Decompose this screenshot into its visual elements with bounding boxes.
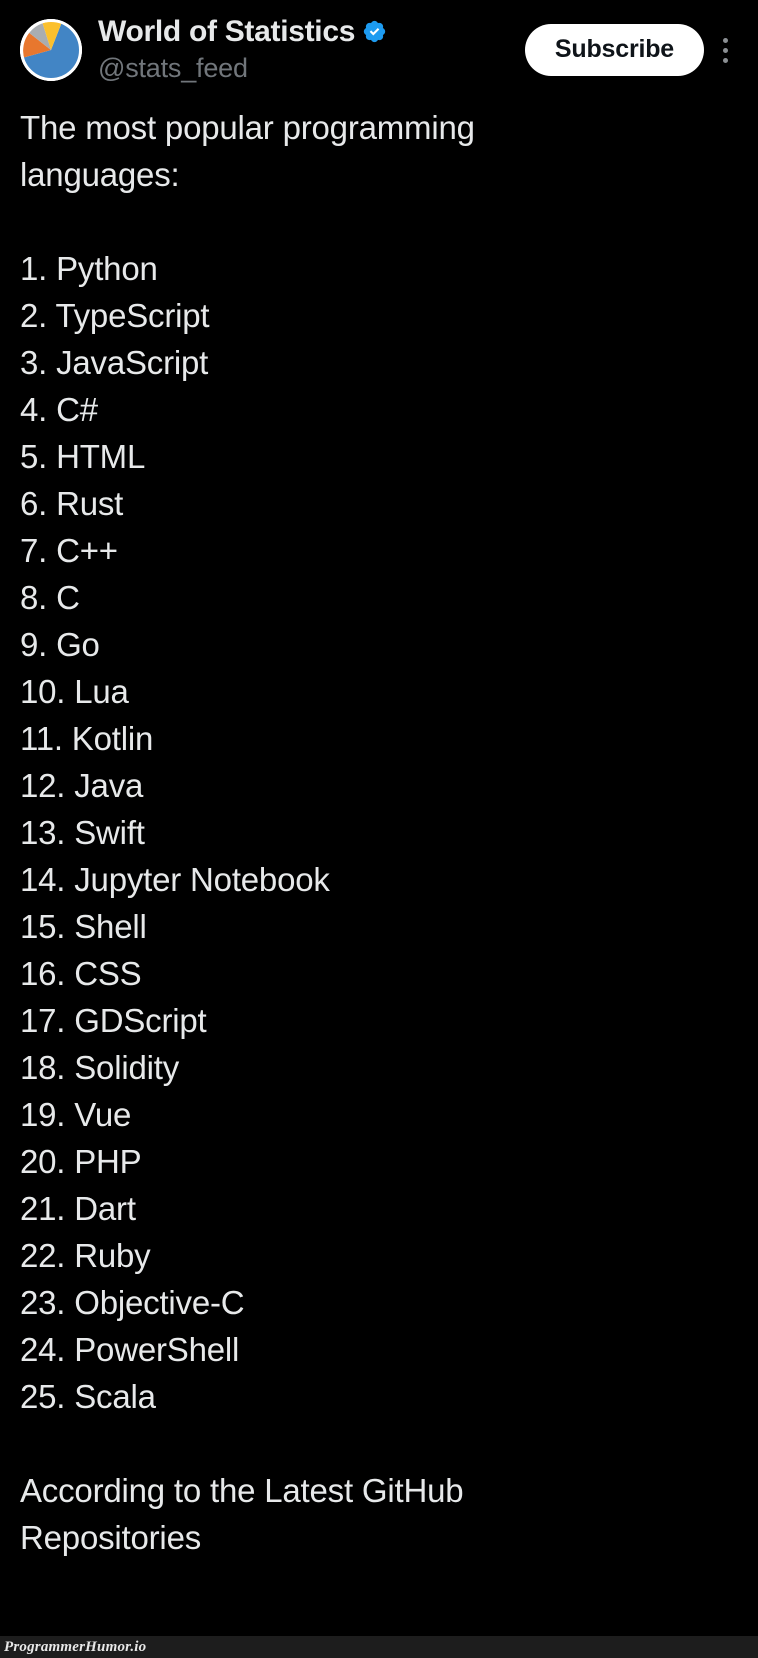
tweet-line: 23. Objective-C (20, 1284, 245, 1321)
more-dot (722, 37, 728, 43)
pie-chart-avatar-icon (20, 19, 82, 81)
display-name-row: World of Statistics (98, 14, 525, 48)
tweet-line: 22. Ruby (20, 1237, 151, 1274)
watermark-bar: ProgrammerHumor.io (0, 1636, 758, 1658)
verified-badge-icon (362, 19, 387, 44)
tweet-line: 7. C++ (20, 532, 118, 569)
tweet-line: According to the Latest GitHub (20, 1472, 464, 1509)
tweet-line: 9. Go (20, 626, 100, 663)
account-handle: @stats_feed (98, 52, 248, 83)
subscribe-button[interactable]: Subscribe (524, 24, 704, 76)
tweet-line: 16. CSS (20, 955, 142, 992)
tweet-line: 24. PowerShell (20, 1331, 240, 1368)
tweet-line: 14. Jupyter Notebook (20, 861, 330, 898)
tweet-line: 21. Dart (20, 1190, 136, 1227)
more-dot (722, 57, 728, 63)
tweet-line: 17. GDScript (20, 1002, 207, 1039)
account-identity: World of Statistics @stats_feed (98, 14, 525, 84)
tweet-line: 13. Swift (20, 814, 145, 851)
tweet-line: 3. JavaScript (20, 344, 209, 381)
more-dot (722, 47, 728, 53)
tweet-line: 10. Lua (20, 673, 129, 710)
tweet-header: World of Statistics @stats_feed Subscrib… (0, 0, 758, 100)
tweet-line: 4. C# (20, 391, 98, 428)
tweet-line: The most popular programming (20, 109, 475, 146)
tweet-line: 18. Solidity (20, 1049, 180, 1086)
tweet-line: 25. Scala (20, 1378, 156, 1415)
tweet-line: 1. Python (20, 250, 158, 287)
more-vertical-icon[interactable] (710, 29, 740, 71)
tweet-line: 2. TypeScript (20, 297, 210, 334)
tweet-line: 15. Shell (20, 908, 147, 945)
tweet-line: 19. Vue (20, 1096, 132, 1133)
tweet-line: 8. C (20, 579, 80, 616)
tweet-line: 11. Kotlin (20, 720, 154, 757)
tweet-text-body: The most popular programming languages: 1… (20, 104, 738, 1561)
tweet-line: languages: (20, 156, 180, 193)
display-name: World of Statistics (98, 14, 356, 48)
watermark-text: ProgrammerHumor.io (4, 1638, 147, 1655)
avatar[interactable] (20, 19, 82, 81)
tweet-line: 12. Java (20, 767, 144, 804)
tweet-line: Repositories (20, 1519, 202, 1556)
tweet-line: 6. Rust (20, 485, 124, 522)
tweet-line: 5. HTML (20, 438, 146, 475)
tweet-line: 20. PHP (20, 1143, 142, 1180)
